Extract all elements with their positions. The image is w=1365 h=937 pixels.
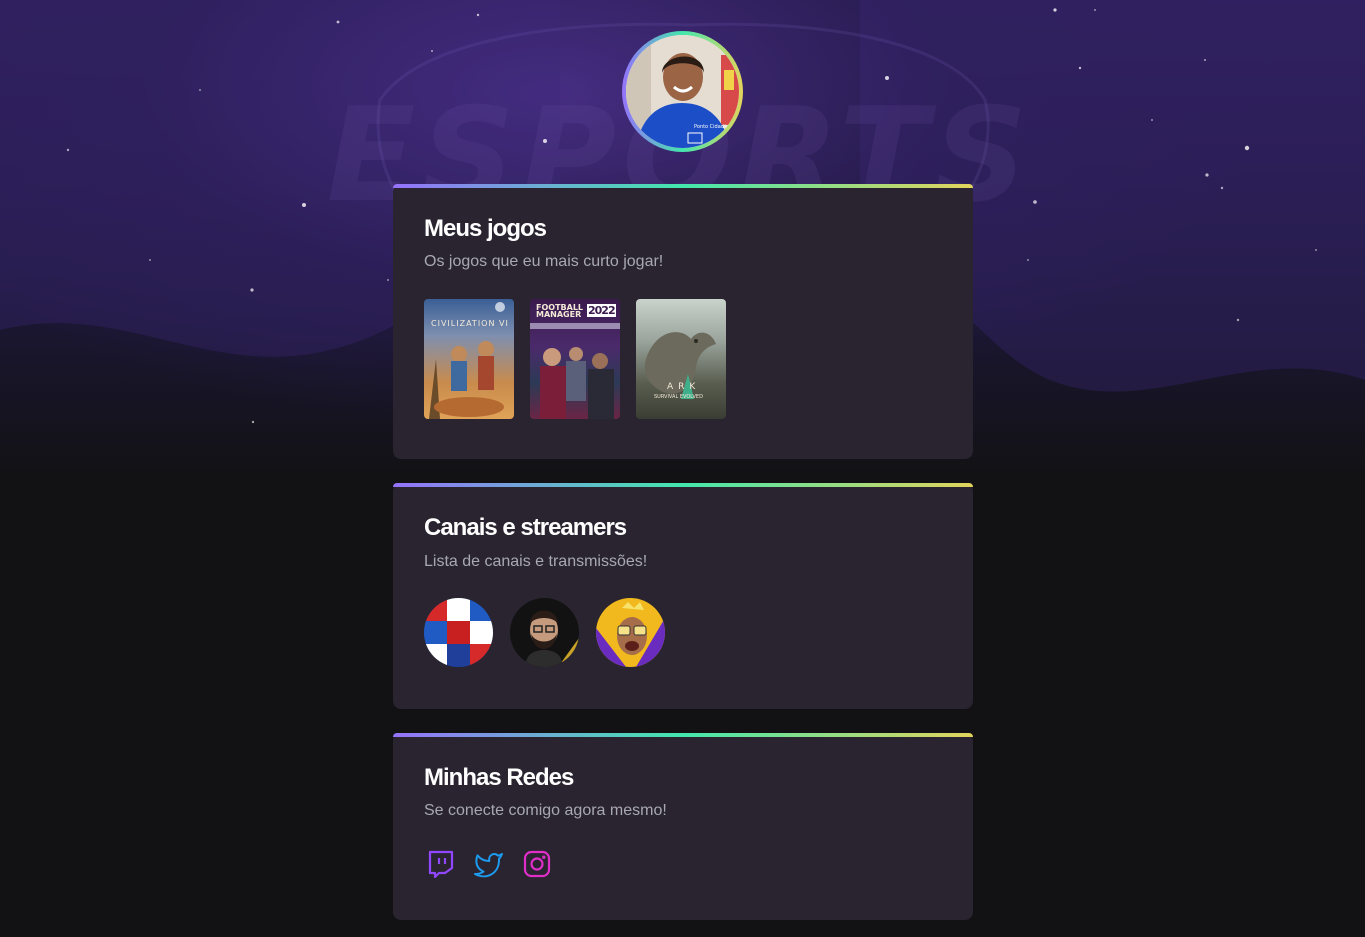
streamers-card: Canais e streamers Lista de canais e tra…	[393, 483, 973, 709]
streamer-2[interactable]	[510, 598, 579, 667]
game-cover-ark[interactable]: ARK SURVIVAL EVOLVED	[636, 299, 726, 419]
game-cover-football-manager[interactable]: FOOTBALL MANAGER 2022	[530, 299, 620, 419]
jerseys-avatar-icon	[424, 598, 493, 667]
civilization-art-icon	[429, 302, 505, 419]
svg-text:Ponto Cidadão: Ponto Cidadão	[694, 124, 730, 130]
streamers-subtitle: Lista de canais e transmissões!	[424, 553, 648, 570]
streamer-1[interactable]	[424, 598, 493, 667]
games-title: Meus jogos	[424, 215, 547, 242]
socials-list	[426, 849, 552, 879]
fm-cover-year: 2022	[587, 304, 616, 317]
profile-avatar: Ponto Cidadão	[626, 35, 739, 148]
streamers-list	[424, 598, 665, 667]
ark-dinosaur-icon	[644, 332, 716, 399]
ark-cover-subtext: SURVIVAL EVOLVED	[654, 394, 703, 400]
instagram-icon[interactable]	[522, 849, 552, 879]
streamer-3[interactable]	[596, 598, 665, 667]
twitch-icon[interactable]	[426, 849, 456, 879]
profile-avatar-ring: Ponto Cidadão	[622, 31, 743, 152]
games-subtitle: Os jogos que eu mais curto jogar!	[424, 253, 664, 270]
profile-photo-icon: Ponto Cidadão	[626, 35, 739, 148]
civilization-cover-text: CIVILIZATION VI	[431, 319, 509, 328]
sunglasses-man-avatar-icon	[596, 598, 665, 667]
socials-subtitle: Se conecte comigo agora mesmo!	[424, 802, 667, 819]
fm-cover-text-2: MANAGER	[536, 310, 582, 319]
ark-cover-text: ARK	[667, 382, 701, 392]
games-card: Meus jogos Os jogos que eu mais curto jo…	[393, 184, 973, 459]
bearded-man-avatar-icon	[510, 598, 579, 667]
games-list: CIVILIZATION VI FOOTBALL MANAGER 2022 AR…	[424, 299, 726, 419]
twitter-icon[interactable]	[474, 849, 504, 879]
streamers-title: Canais e streamers	[424, 514, 627, 541]
socials-title: Minhas Redes	[424, 764, 574, 791]
socials-card: Minhas Redes Se conecte comigo agora mes…	[393, 733, 973, 920]
game-cover-civilization[interactable]: CIVILIZATION VI	[424, 299, 514, 419]
